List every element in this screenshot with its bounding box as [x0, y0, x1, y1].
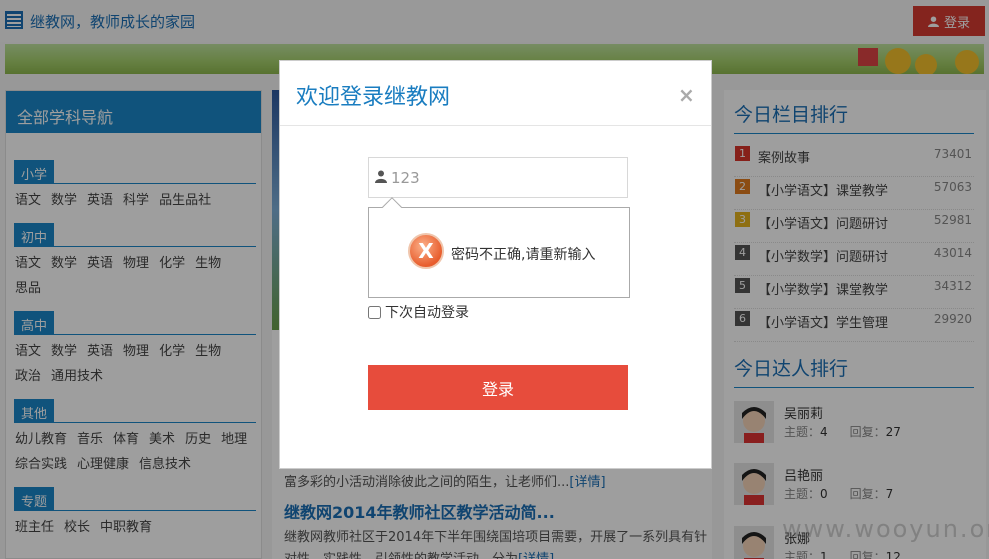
dialog-title: 欢迎登录继教网 — [296, 85, 451, 110]
remember-label: 下次自动登录 — [385, 305, 469, 321]
dialog-divider — [280, 125, 711, 126]
remember-me[interactable]: 下次自动登录 — [368, 302, 469, 322]
error-tooltip: X 密码不正确,请重新输入 — [368, 197, 630, 298]
error-icon: X — [408, 233, 444, 269]
error-message: 密码不正确,请重新输入 — [451, 247, 596, 263]
user-icon — [375, 170, 387, 183]
close-icon[interactable]: × — [678, 83, 695, 107]
tooltip-arrow — [382, 197, 402, 217]
username-field[interactable] — [368, 157, 628, 198]
username-input[interactable] — [391, 166, 621, 190]
remember-checkbox[interactable] — [368, 305, 381, 319]
login-dialog: 欢迎登录继教网 × X 密码不正确,请重新输入 下次自动登录 登录 — [279, 60, 712, 469]
login-submit-button[interactable]: 登录 — [368, 365, 628, 410]
